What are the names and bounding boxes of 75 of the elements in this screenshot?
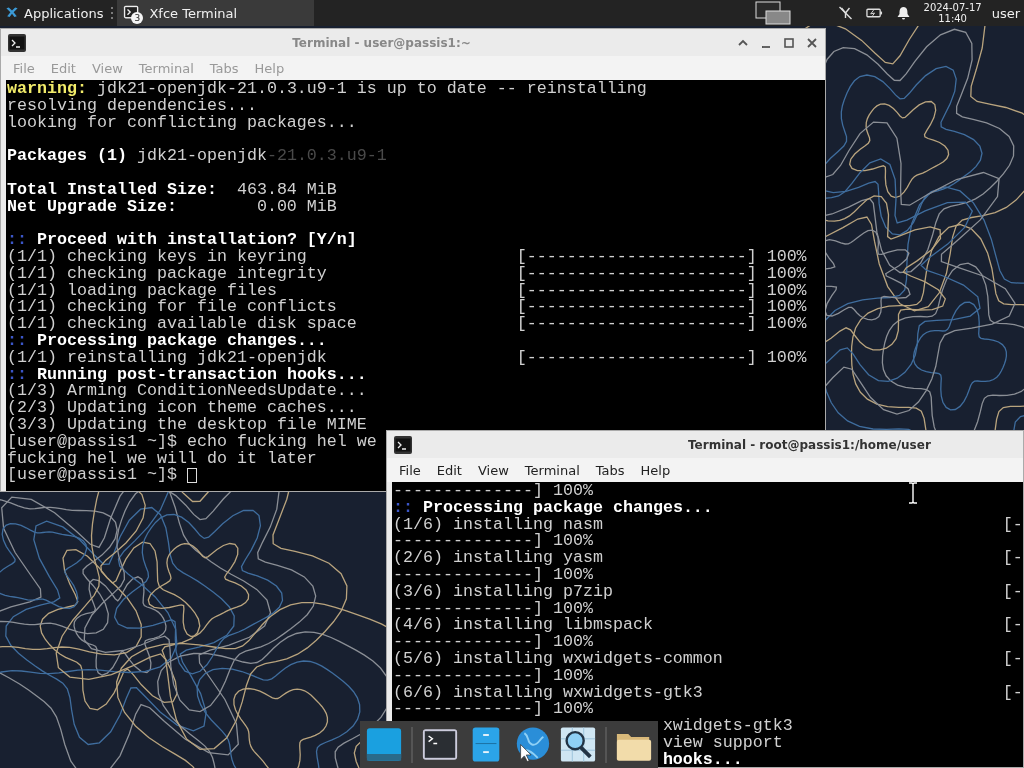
progress-bar-text: [----------------------] 100% bbox=[516, 282, 807, 300]
clock[interactable]: 2024-07-17 11:40 bbox=[923, 2, 982, 24]
terminal-line: :: Proceed with installation? [Y/n] bbox=[7, 232, 357, 249]
progress-bar-text: [- bbox=[1002, 684, 1023, 702]
terminal-line: :: Processing package changes... bbox=[7, 332, 327, 350]
menu-item[interactable]: Tabs bbox=[587, 462, 633, 478]
menu-item[interactable]: Help bbox=[632, 462, 679, 478]
terminal-line: (6/6) installing wxwidgets-gtk3 bbox=[393, 682, 703, 702]
terminal-line: resolving dependencies... bbox=[7, 97, 257, 115]
terminal-line: (1/1) loading package files bbox=[7, 280, 277, 300]
progress-bar-text: [----------------------] 100% bbox=[516, 299, 807, 317]
terminal-line: (4/6) installing libmspack bbox=[393, 615, 653, 635]
terminal-line: [user@passis1 ~]$ bbox=[7, 467, 177, 485]
terminal-icon bbox=[7, 32, 27, 53]
time-text: 11:40 bbox=[938, 13, 967, 24]
terminal-line: Total Installed Size: 463.84 MiB bbox=[7, 181, 337, 199]
menu-item[interactable]: Edit bbox=[428, 462, 470, 478]
menu-item[interactable]: Terminal bbox=[516, 462, 588, 478]
terminal-line: [user@passis1 ~]$ echo fucking hel we bbox=[7, 433, 377, 451]
window-count-badge: 3 bbox=[131, 12, 144, 24]
progress-bar-text: [----------------------] 100% bbox=[516, 349, 807, 367]
maximize-button[interactable] bbox=[782, 35, 796, 50]
terminal-line: looking for conflicting packages... bbox=[7, 114, 357, 132]
terminal-line: warning: jdk21-openjdk-21.0.3.u9-1 is up to date -- reinstalling bbox=[7, 81, 647, 98]
progress-bar-text: [----------------------] 100% bbox=[516, 316, 807, 333]
terminal-line: (1/1) checking keys in keyring bbox=[7, 246, 307, 266]
taskbar-button[interactable]: 3 Xfce Terminal bbox=[117, 0, 315, 26]
progress-bar-text: [----------------------] 100% bbox=[516, 265, 807, 283]
terminal-icon bbox=[393, 434, 413, 455]
progress-bar-text: [----------------------] 100% bbox=[516, 248, 807, 266]
terminal-line: (2/3) Updating icon theme caches... bbox=[7, 400, 357, 417]
progress-bar-text: [- bbox=[1002, 550, 1023, 567]
terminal-line: --------------] 100% bbox=[393, 667, 593, 685]
show-desktop-icon[interactable] bbox=[365, 725, 403, 764]
terminal-line: --------------] 100% bbox=[393, 483, 593, 500]
network-off-icon[interactable] bbox=[836, 5, 854, 21]
terminal-line: (1/1) checking for file conflicts bbox=[7, 297, 337, 317]
terminal-line: (5/6) installing wxwidgets-common bbox=[393, 648, 723, 668]
terminal-line: :: Running post-transaction hooks... bbox=[7, 366, 367, 384]
terminal-line: xwidgets-gtk3 bbox=[662, 718, 793, 735]
terminal-line: Packages (1) jdk21-openjdk-21.0.3.u9-1 bbox=[7, 148, 387, 165]
terminal-line: fucking hel we will do it later bbox=[7, 450, 317, 468]
window-title: Terminal - user@passis1:~ bbox=[291, 35, 472, 50]
terminal-line: (1/6) installing nasm bbox=[393, 514, 603, 534]
terminal-line: view support bbox=[662, 734, 783, 752]
terminal-line: (1/3) Arming ConditionNeedsUpdate... bbox=[7, 383, 367, 401]
workspace-switcher-icon[interactable] bbox=[754, 1, 791, 25]
terminal-line: (3/3) Updating the desktop file MIME bbox=[7, 416, 367, 434]
terminal-line: --------------] 100% bbox=[393, 533, 593, 551]
terminal-area[interactable] bbox=[392, 482, 1023, 767]
menu-item[interactable]: View bbox=[469, 462, 517, 478]
terminal-line: (1/1) reinstalling jdk21-openjdk bbox=[7, 347, 327, 367]
user-menu[interactable]: user bbox=[987, 0, 1024, 26]
terminal-line: Net Upgrade Size: 0.00 MiB bbox=[7, 198, 337, 216]
close-button[interactable] bbox=[805, 35, 819, 50]
terminal-line: (1/1) checking package integrity bbox=[7, 263, 327, 283]
terminal-line: hooks... bbox=[662, 751, 743, 767]
window-title: Terminal - root@passis1:/home/user bbox=[687, 437, 932, 452]
terminal-line: (3/6) installing p7zip bbox=[393, 581, 613, 601]
terminal-line: --------------] 100% bbox=[393, 600, 593, 618]
terminal-line: --------------] 100% bbox=[393, 634, 593, 651]
terminal-line: (2/6) installing yasm bbox=[393, 548, 603, 568]
terminal-line: :: Processing package changes... bbox=[393, 499, 713, 517]
date-text: 2024-07-17 bbox=[923, 2, 982, 13]
applications-menu[interactable]: Applications bbox=[0, 0, 108, 26]
panel-handle-icon bbox=[110, 6, 115, 20]
terminal-line: (1/1) checking available disk space bbox=[7, 314, 357, 334]
search-icon[interactable] bbox=[559, 725, 598, 764]
terminal-line: --------------] 100% bbox=[393, 701, 593, 719]
menu-item[interactable]: File bbox=[391, 462, 429, 478]
terminal-line: --------------] 100% bbox=[393, 567, 593, 584]
progress-bar-text: [- bbox=[1002, 583, 1023, 601]
progress-bar-text: [- bbox=[1002, 617, 1023, 635]
progress-bar-text: [- bbox=[1002, 650, 1023, 668]
progress-bar-text: [- bbox=[1002, 516, 1023, 534]
